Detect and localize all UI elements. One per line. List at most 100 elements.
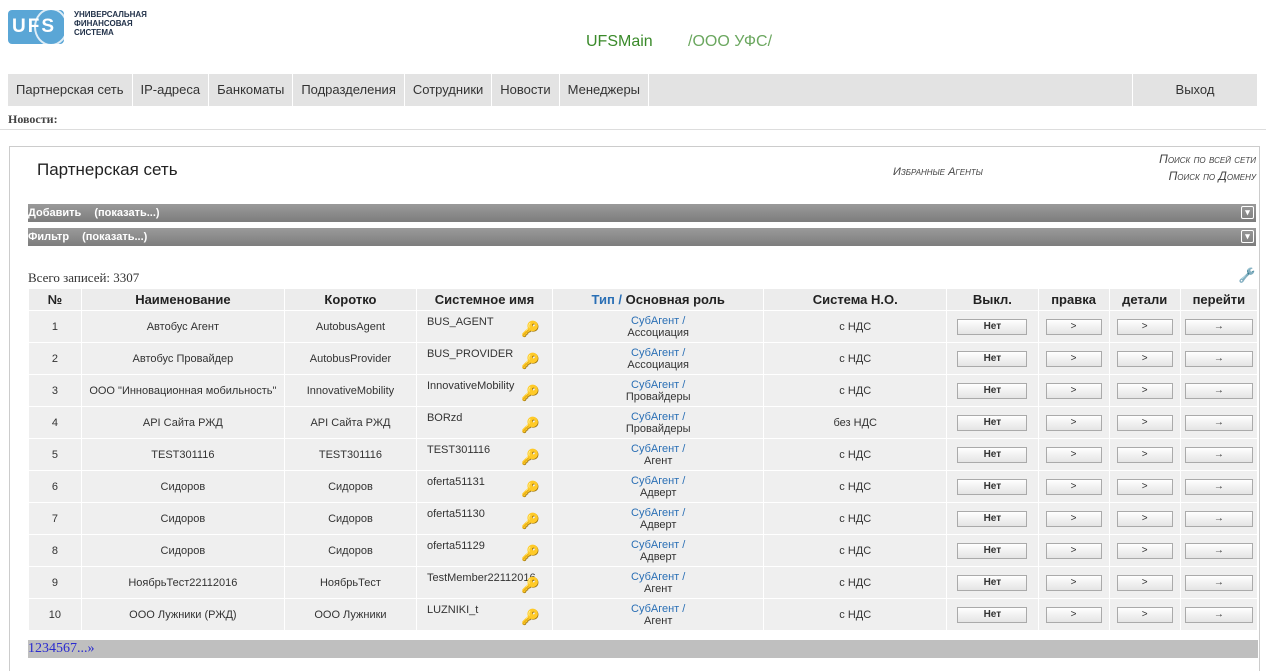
row-type-link[interactable]: СубАгент	[631, 315, 679, 327]
key-icon[interactable]: 🔑	[521, 544, 540, 562]
key-icon[interactable]: 🔑	[521, 512, 540, 530]
key-icon[interactable]: 🔑	[521, 416, 540, 434]
filter-toggle-link[interactable]: (показать...)	[82, 231, 147, 243]
search-all-network-link[interactable]: Поиск по всей сети	[1159, 151, 1256, 168]
col-off[interactable]: Выкл.	[946, 288, 1039, 311]
go-button[interactable]: →	[1184, 542, 1253, 559]
details-button[interactable]: >	[1116, 318, 1173, 335]
edit-button[interactable]: >	[1045, 350, 1102, 367]
key-icon[interactable]: 🔑	[521, 448, 540, 466]
details-button[interactable]: >	[1116, 414, 1173, 431]
details-button[interactable]: >	[1116, 510, 1173, 527]
disable-toggle-button[interactable]: Нет	[957, 446, 1028, 463]
details-button[interactable]: >	[1116, 382, 1173, 399]
row-type-link[interactable]: СубАгент	[631, 411, 679, 423]
col-tax[interactable]: Система Н.О.	[763, 288, 948, 311]
row-type-link[interactable]: СубАгент	[631, 443, 679, 455]
search-by-domain-link[interactable]: Поиск по Домену	[1159, 168, 1256, 185]
page-link-1[interactable]: 1	[28, 641, 35, 656]
row-name: ООО "Инновационная мобильность"	[80, 374, 285, 407]
edit-button[interactable]: >	[1045, 542, 1102, 559]
disable-toggle-button[interactable]: Нет	[957, 478, 1028, 495]
col-name[interactable]: Наименование	[80, 288, 285, 311]
row-name: Автобус Провайдер	[80, 342, 285, 375]
disable-toggle-button[interactable]: Нет	[957, 574, 1028, 591]
go-button[interactable]: →	[1184, 414, 1253, 431]
col-short[interactable]: Коротко	[283, 288, 417, 311]
page-link-5[interactable]: 5	[56, 641, 63, 656]
key-icon[interactable]: 🔑	[521, 352, 540, 370]
details-button[interactable]: >	[1116, 350, 1173, 367]
col-sysname[interactable]: Системное имя	[415, 288, 554, 311]
details-button[interactable]: >	[1116, 446, 1173, 463]
nav-news[interactable]: Новости	[492, 74, 560, 106]
key-icon[interactable]: 🔑	[521, 320, 540, 338]
page-link-more[interactable]: ...»	[77, 641, 95, 656]
disable-toggle-button[interactable]: Нет	[957, 414, 1028, 431]
disable-toggle-button[interactable]: Нет	[957, 318, 1028, 335]
edit-button[interactable]: >	[1045, 382, 1102, 399]
disable-toggle-button[interactable]: Нет	[957, 606, 1028, 623]
filter-label: Фильтр	[28, 231, 70, 243]
nav-partner-network[interactable]: Партнерская сеть	[8, 74, 133, 106]
details-button[interactable]: >	[1116, 606, 1173, 623]
edit-button[interactable]: >	[1045, 574, 1102, 591]
nav-atms[interactable]: Банкоматы	[209, 74, 294, 106]
favorite-agents-link[interactable]: Избранные Агенты	[893, 166, 983, 178]
details-button[interactable]: >	[1116, 478, 1173, 495]
edit-button[interactable]: >	[1045, 510, 1102, 527]
row-details-cell: >	[1108, 342, 1181, 375]
details-button[interactable]: >	[1116, 542, 1173, 559]
page-link-2[interactable]: 2	[35, 641, 42, 656]
disable-toggle-button[interactable]: Нет	[957, 382, 1028, 399]
key-icon[interactable]: 🔑	[521, 480, 540, 498]
double-chevron-down-icon[interactable]: ▾	[1241, 230, 1254, 243]
edit-button[interactable]: >	[1045, 606, 1102, 623]
wrench-icon[interactable]: 🔧	[1238, 268, 1255, 284]
go-button[interactable]: →	[1184, 478, 1253, 495]
row-type-link[interactable]: СубАгент	[631, 571, 679, 583]
go-button[interactable]: →	[1184, 446, 1253, 463]
disable-toggle-button[interactable]: Нет	[957, 510, 1028, 527]
disable-toggle-button[interactable]: Нет	[957, 350, 1028, 367]
nav-employees[interactable]: Сотрудники	[405, 74, 493, 106]
row-off-cell: Нет	[946, 566, 1039, 599]
row-type-link[interactable]: СубАгент	[631, 475, 679, 487]
logout-button[interactable]: Выход	[1133, 74, 1258, 106]
page-link-3[interactable]: 3	[42, 641, 49, 656]
row-type-link[interactable]: СубАгент	[631, 347, 679, 359]
key-icon[interactable]: 🔑	[521, 384, 540, 402]
nav-subdivisions[interactable]: Подразделения	[293, 74, 405, 106]
add-toggle-link[interactable]: (показать...)	[94, 207, 159, 219]
go-button[interactable]: →	[1184, 350, 1253, 367]
row-num: 3	[28, 374, 82, 407]
col-role[interactable]: Основная роль	[626, 292, 725, 307]
col-type[interactable]: Тип	[592, 292, 615, 307]
double-chevron-down-icon[interactable]: ▾	[1241, 206, 1254, 219]
go-button[interactable]: →	[1184, 510, 1253, 527]
edit-button[interactable]: >	[1045, 318, 1102, 335]
row-type-link[interactable]: СубАгент	[631, 507, 679, 519]
row-type-link[interactable]: СубАгент	[631, 539, 679, 551]
go-button[interactable]: →	[1184, 606, 1253, 623]
row-type-link[interactable]: СубАгент	[631, 603, 679, 615]
disable-toggle-button[interactable]: Нет	[957, 542, 1028, 559]
row-type-role: СубАгент / Адверт	[552, 502, 765, 535]
go-button[interactable]: →	[1184, 382, 1253, 399]
key-icon[interactable]: 🔑	[521, 576, 540, 594]
row-sysname: InnovativeMobility	[426, 380, 515, 392]
page-link-7[interactable]: 7	[70, 641, 77, 656]
row-sysname: LUZNIKI_t	[426, 604, 479, 616]
details-button[interactable]: >	[1116, 574, 1173, 591]
key-icon[interactable]: 🔑	[521, 608, 540, 626]
go-button[interactable]: →	[1184, 574, 1253, 591]
nav-managers[interactable]: Менеджеры	[560, 74, 650, 106]
edit-button[interactable]: >	[1045, 446, 1102, 463]
nav-ip-addresses[interactable]: IP-адреса	[133, 74, 210, 106]
page-link-6[interactable]: 6	[63, 641, 70, 656]
go-button[interactable]: →	[1184, 318, 1253, 335]
edit-button[interactable]: >	[1045, 478, 1102, 495]
edit-button[interactable]: >	[1045, 414, 1102, 431]
page-link-4[interactable]: 4	[49, 641, 56, 656]
row-type-link[interactable]: СубАгент	[631, 379, 679, 391]
